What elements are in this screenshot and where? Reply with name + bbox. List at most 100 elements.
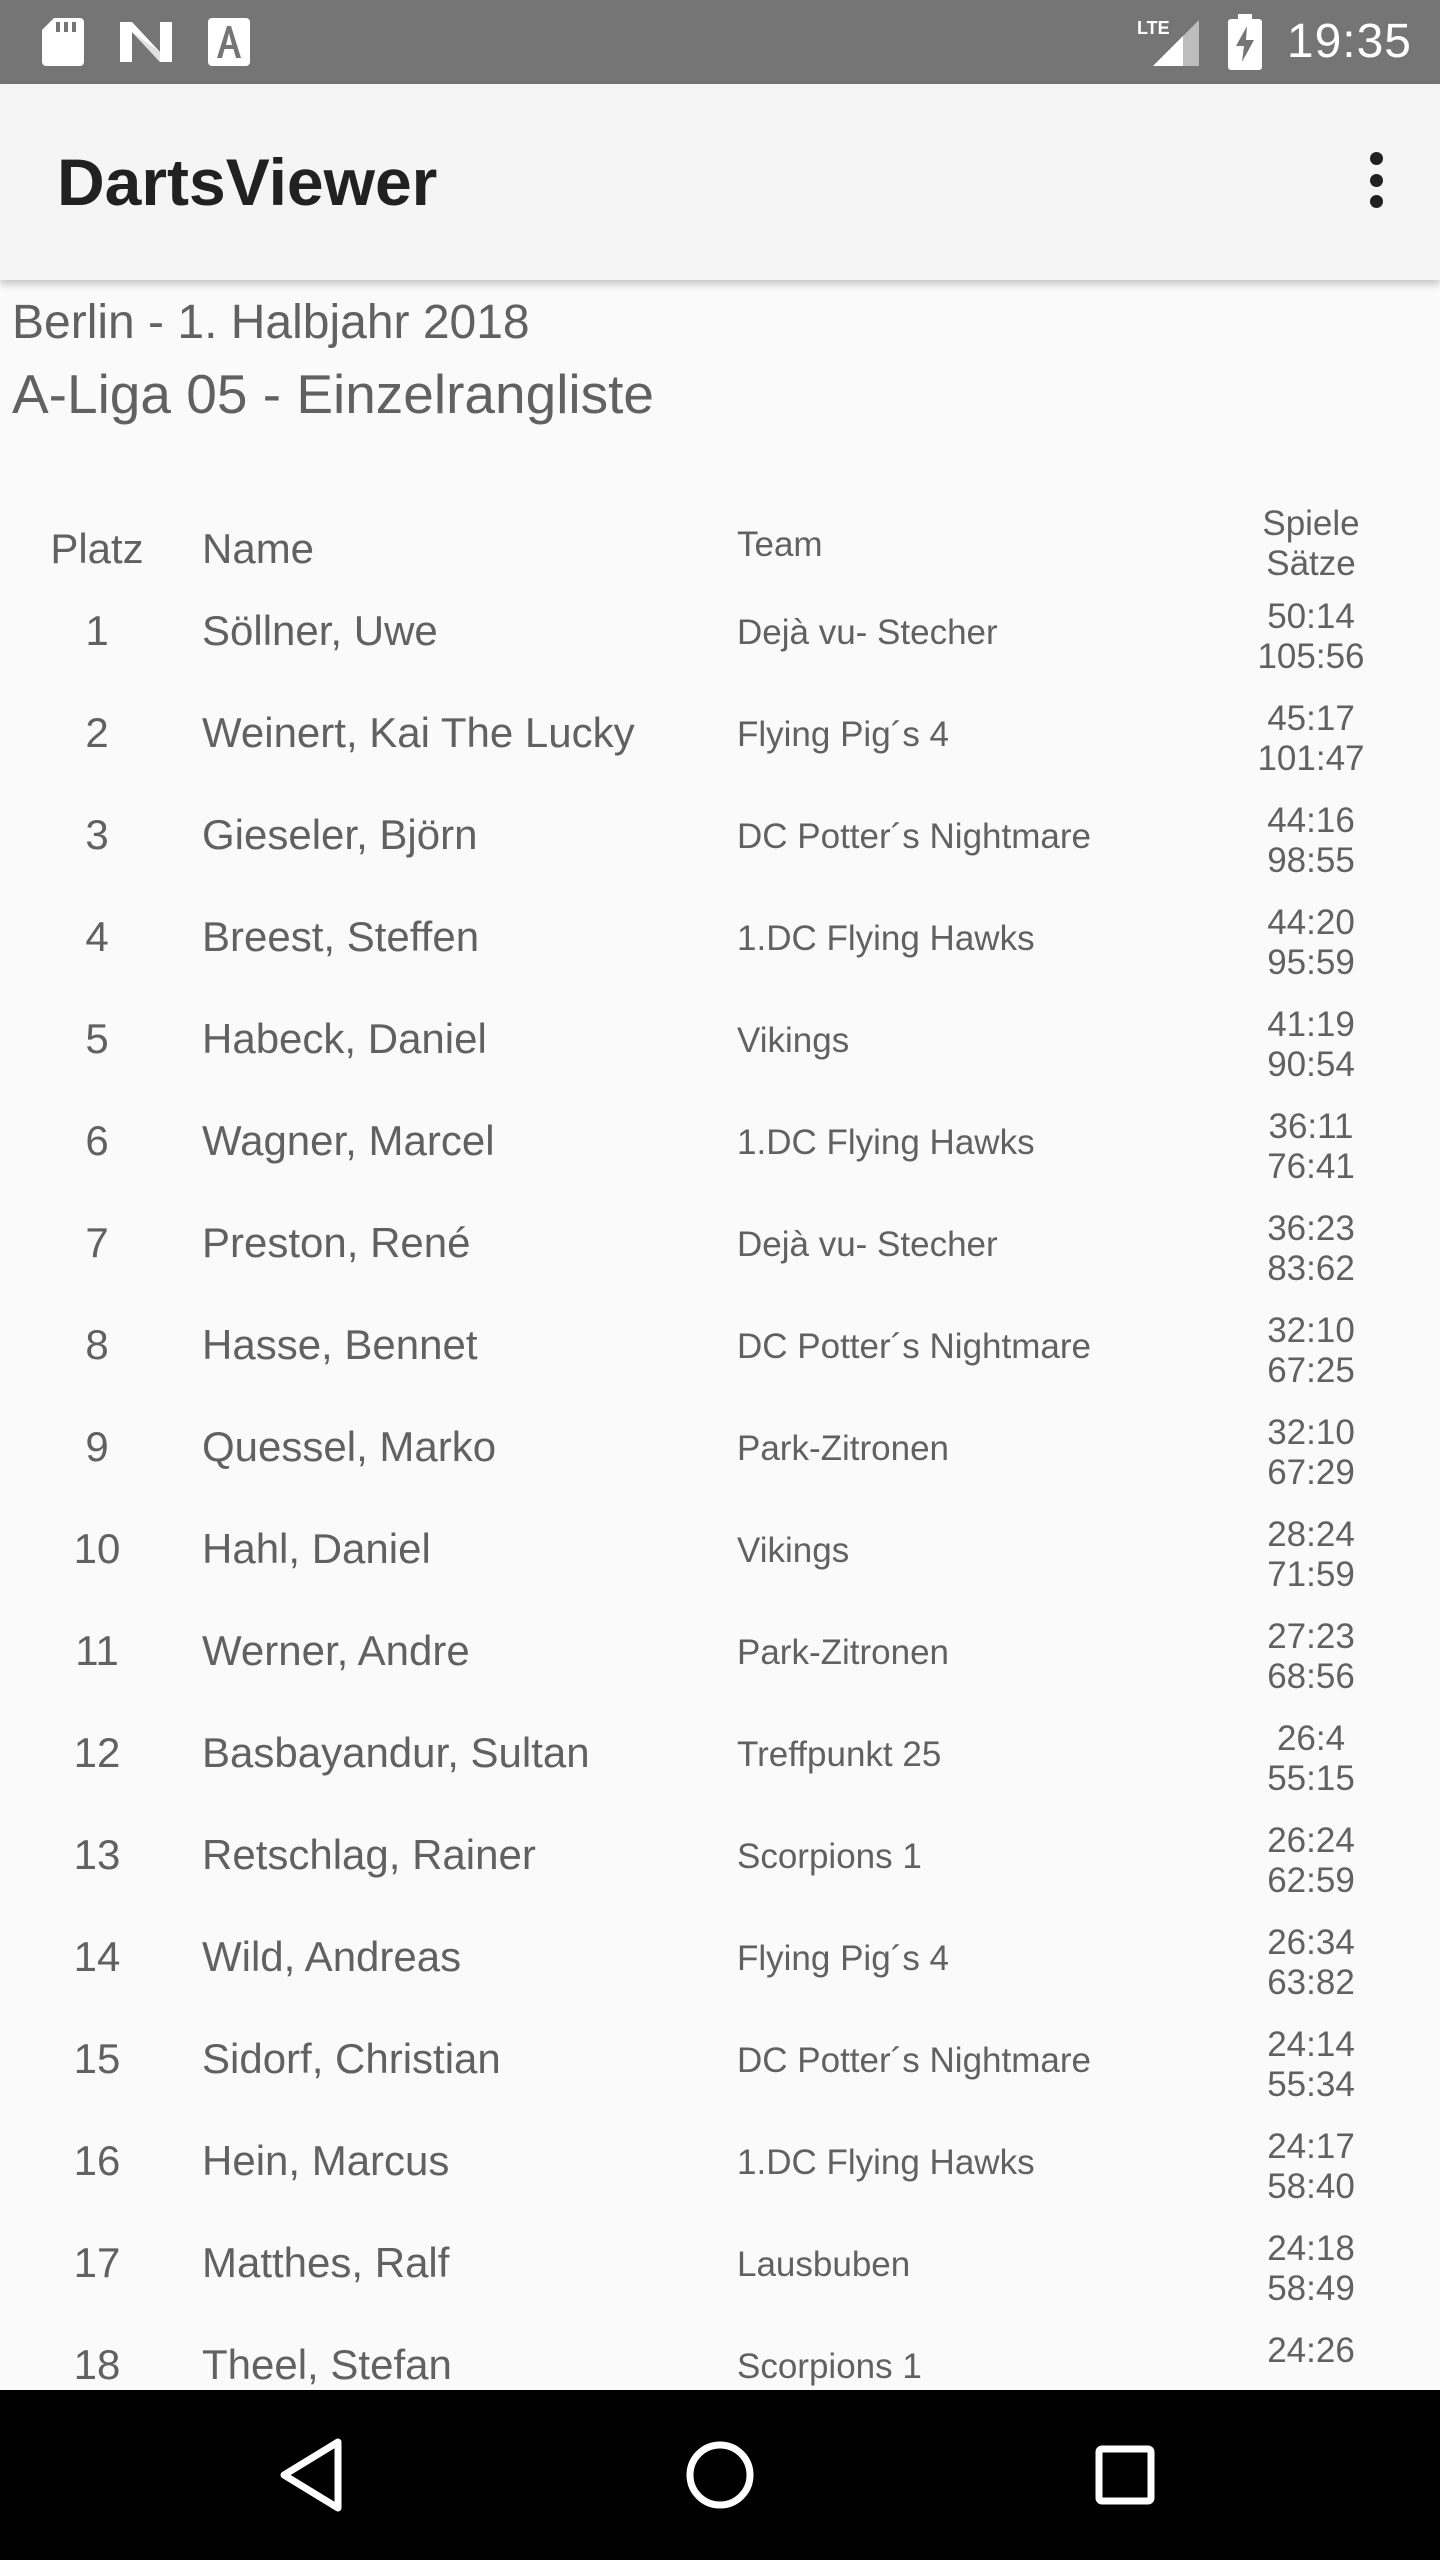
column-header-games: Spiele bbox=[1262, 504, 1360, 543]
row-place: 6 bbox=[85, 1117, 109, 1164]
column-header-sets: Sätze bbox=[1266, 544, 1356, 583]
row-stats: 44:16 98:55 bbox=[1230, 801, 1392, 881]
row-team: Flying Pig´s 4 bbox=[737, 715, 950, 754]
row-games: 26:4 bbox=[1276, 1719, 1346, 1758]
row-player-name: Retschlag, Rainer bbox=[202, 1831, 536, 1878]
table-row[interactable]: 17 Matthes, Ralf Lausbuben 24:18 58:49 bbox=[0, 2224, 1440, 2326]
row-player-name: Sidorf, Christian bbox=[202, 2035, 501, 2082]
row-team: Scorpions 1 bbox=[737, 1837, 922, 1876]
row-team: Vikings bbox=[737, 1021, 850, 1060]
row-stats: 44:20 95:59 bbox=[1230, 903, 1392, 983]
row-player-name: Hahl, Daniel bbox=[202, 1525, 431, 1572]
table-row[interactable]: 8 Hasse, Bennet DC Potter´s Nightmare 32:10… bbox=[0, 1306, 1440, 1408]
row-sets: 68:56 bbox=[1267, 1657, 1355, 1696]
row-sets: 58:40 bbox=[1267, 2167, 1355, 2206]
home-icon[interactable] bbox=[675, 2430, 765, 2520]
row-place: 11 bbox=[75, 1627, 119, 1674]
column-header-place: Platz bbox=[50, 525, 144, 572]
row-place: 8 bbox=[85, 1321, 109, 1368]
row-stats: 26:24 62:59 bbox=[1230, 1821, 1392, 1901]
row-stats: 41:19 90:54 bbox=[1230, 1005, 1392, 1085]
app-bar: DartsViewer bbox=[0, 84, 1440, 280]
table-row[interactable]: 4 Breest, Steffen 1.DC Flying Hawks 44:20 95… bbox=[0, 898, 1440, 1000]
row-team: Scorpions 1 bbox=[737, 2347, 922, 2386]
row-team: Park-Zitronen bbox=[737, 1429, 950, 1468]
row-sets: 98:55 bbox=[1267, 841, 1355, 880]
recents-icon[interactable] bbox=[1080, 2430, 1170, 2520]
row-stats: 32:10 67:29 bbox=[1230, 1413, 1392, 1493]
table-row[interactable]: 14 Wild, Andreas Flying Pig´s 4 26:34 63:82 bbox=[0, 1918, 1440, 2020]
row-team: 1.DC Flying Hawks bbox=[737, 1123, 1035, 1162]
table-row[interactable]: 1 Söllner, Uwe Dejà vu- Stecher 50:14 105:56 bbox=[0, 592, 1440, 694]
row-sets: 55:15 bbox=[1267, 1759, 1355, 1798]
row-games: 36:11 bbox=[1268, 1107, 1354, 1146]
table-row[interactable]: 7 Preston, René Dejà vu- Stecher 36:23 83:62 bbox=[0, 1204, 1440, 1306]
row-games: 44:20 bbox=[1267, 903, 1355, 942]
row-team: Flying Pig´s 4 bbox=[737, 1939, 950, 1978]
font-a-icon bbox=[208, 18, 250, 71]
table-row[interactable]: 9 Quessel, Marko Park-Zitronen 32:10 67:29 bbox=[0, 1408, 1440, 1510]
row-sets: 58:49 bbox=[1267, 2269, 1355, 2308]
row-games: 27:23 bbox=[1267, 1617, 1355, 1656]
row-games: 36:23 bbox=[1267, 1209, 1355, 1248]
row-place: 13 bbox=[73, 1831, 121, 1878]
row-team: DC Potter´s Nightmare bbox=[737, 1327, 1091, 1366]
back-icon[interactable] bbox=[270, 2430, 360, 2520]
row-games: 45:17 bbox=[1267, 699, 1355, 738]
table-row[interactable]: 11 Werner, Andre Park-Zitronen 27:23 68:56 bbox=[0, 1612, 1440, 1714]
row-stats: 32:10 67:25 bbox=[1230, 1311, 1392, 1391]
row-team: DC Potter´s Nightmare bbox=[737, 2041, 1091, 2080]
signal-icon: LTE bbox=[1135, 16, 1201, 73]
row-player-name: Matthes, Ralf bbox=[202, 2239, 450, 2286]
row-place: 4 bbox=[85, 913, 109, 960]
row-sets: 63:82 bbox=[1267, 1963, 1355, 2002]
row-stats: 36:23 83:62 bbox=[1230, 1209, 1392, 1289]
row-sets: 71:59 bbox=[1267, 1555, 1355, 1594]
row-games: 26:34 bbox=[1267, 1923, 1355, 1962]
row-games: 24:26 bbox=[1267, 2331, 1355, 2370]
table-row[interactable]: 10 Hahl, Daniel Vikings 28:24 71:59 bbox=[0, 1510, 1440, 1612]
row-games: 24:18 bbox=[1267, 2229, 1355, 2268]
row-player-name: Quessel, Marko bbox=[202, 1423, 497, 1470]
status-bar: LTE 19:35 bbox=[0, 0, 1440, 84]
row-player-name: Söllner, Uwe bbox=[202, 607, 438, 654]
row-sets: 95:59 bbox=[1267, 943, 1355, 982]
table-row[interactable]: 13 Retschlag, Rainer Scorpions 1 26:24 62:59 bbox=[0, 1816, 1440, 1918]
column-header-stats: Spiele Sätze bbox=[1230, 504, 1392, 584]
row-place: 14 bbox=[73, 1933, 121, 1980]
row-team: Park-Zitronen bbox=[737, 1633, 950, 1672]
table-row[interactable]: 3 Gieseler, Björn DC Potter´s Nightmare 44:… bbox=[0, 796, 1440, 898]
row-player-name: Habeck, Daniel bbox=[202, 1015, 487, 1062]
table-row[interactable]: 18 Theel, Stefan Scorpions 1 24:26 bbox=[0, 2326, 1440, 2390]
sd-card-icon bbox=[42, 18, 84, 71]
row-stats: 36:11 76:41 bbox=[1230, 1107, 1392, 1187]
row-team: Vikings bbox=[737, 1531, 850, 1570]
row-place: 7 bbox=[85, 1219, 109, 1266]
ranking-content[interactable]: Berlin - 1. Halbjahr 2018 A-Liga 05 - Ei… bbox=[0, 280, 1440, 2390]
row-team: DC Potter´s Nightmare bbox=[737, 817, 1091, 856]
row-games: 32:10 bbox=[1267, 1311, 1355, 1350]
row-player-name: Gieseler, Björn bbox=[202, 811, 478, 858]
row-place: 2 bbox=[85, 709, 109, 756]
row-player-name: Wagner, Marcel bbox=[202, 1117, 495, 1164]
row-games: 32:10 bbox=[1267, 1413, 1355, 1452]
row-player-name: Wild, Andreas bbox=[202, 1933, 462, 1980]
table-row[interactable]: 12 Basbayandur, Sultan Treffpunkt 25 26:4 55… bbox=[0, 1714, 1440, 1816]
row-sets: 83:62 bbox=[1267, 1249, 1355, 1288]
table-row[interactable]: 6 Wagner, Marcel 1.DC Flying Hawks 36:11 76:… bbox=[0, 1102, 1440, 1204]
row-player-name: Theel, Stefan bbox=[202, 2341, 452, 2388]
table-row[interactable]: 2 Weinert, Kai The Lucky Flying Pig´s 4 45:… bbox=[0, 694, 1440, 796]
column-header-team: Team bbox=[737, 525, 823, 564]
row-place: 15 bbox=[73, 2035, 121, 2082]
row-team: Treffpunkt 25 bbox=[737, 1735, 942, 1774]
row-place: 5 bbox=[85, 1015, 109, 1062]
row-place: 3 bbox=[85, 811, 109, 858]
more-vert-icon[interactable] bbox=[1352, 144, 1400, 216]
row-games: 44:16 bbox=[1267, 801, 1355, 840]
row-games: 26:24 bbox=[1267, 1821, 1355, 1860]
row-games: 41:19 bbox=[1267, 1005, 1355, 1044]
table-row[interactable]: 16 Hein, Marcus 1.DC Flying Hawks 24:17 58:4… bbox=[0, 2122, 1440, 2224]
row-stats: 50:14 105:56 bbox=[1230, 597, 1392, 677]
table-row[interactable]: 15 Sidorf, Christian DC Potter´s Nightmare… bbox=[0, 2020, 1440, 2122]
table-row[interactable]: 5 Habeck, Daniel Vikings 41:19 90:54 bbox=[0, 1000, 1440, 1102]
